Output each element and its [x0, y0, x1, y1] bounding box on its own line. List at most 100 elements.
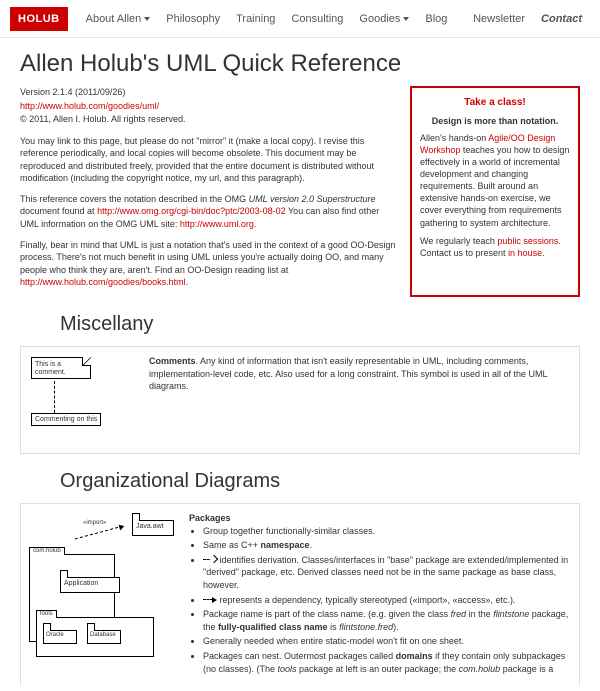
pkg-tab-icon — [87, 623, 95, 631]
comments-diagram-cell: This is a comment. Commenting on this — [29, 355, 139, 445]
intro-para-1: You may link to this page, but please do… — [20, 135, 398, 185]
intro-para-3: Finally, bear in mind that UML is just a… — [20, 239, 398, 289]
aside-body-2: We regularly teach public sessions. Cont… — [420, 235, 570, 259]
bullet-6: Generally needed when entire static-mode… — [203, 635, 571, 648]
uml-note-icon: This is a comment. — [31, 357, 91, 379]
b7-em1: tools — [278, 664, 297, 674]
import-arrow-icon — [75, 526, 124, 540]
pkg-application-label: Application — [64, 580, 98, 587]
omg-doc-link[interactable]: http://www.omg.org/cgi-bin/doc?ptc/2003-… — [97, 206, 286, 216]
pkg-com-holub: com.holub Application tools Oracle Datab… — [29, 554, 115, 642]
pkg-tab-icon — [132, 513, 140, 521]
b7-bold: domains — [396, 651, 433, 661]
copyright-line: © 2011, Allen I. Holub. All rights reser… — [20, 114, 186, 124]
nav-goodies-label: Goodies — [359, 13, 400, 25]
bullet-5: Package name is part of the class name. … — [203, 608, 571, 633]
nav-contact[interactable]: Contact — [533, 13, 590, 25]
nav-consulting[interactable]: Consulting — [283, 13, 351, 25]
page-title: Allen Holub's UML Quick Reference — [20, 50, 580, 78]
b5-em1: fred — [451, 609, 467, 619]
omg-site-link[interactable]: http://www.uml.org — [180, 219, 254, 229]
pkg-database-label: Database — [90, 632, 116, 638]
target-element-box: Commenting on this — [31, 413, 101, 426]
b2-end: . — [310, 540, 313, 550]
comments-text-cell: Comments. Any kind of information that i… — [139, 355, 571, 445]
b3-text: identifies derivation. Classes/interface… — [203, 555, 568, 590]
b7-em2: com.holub — [459, 664, 501, 674]
in-house-link[interactable]: in house — [508, 248, 542, 258]
pkg-java-awt: Java.awt — [132, 520, 174, 536]
nav-about-label: About Allen — [86, 13, 142, 25]
pkg-tools: tools Oracle Database — [36, 617, 154, 657]
pkg-database: Database — [87, 630, 121, 644]
comments-diagram: This is a comment. Commenting on this — [29, 355, 129, 445]
b5-em2: flintstone — [493, 609, 529, 619]
aside-b2-pre: We regularly teach — [420, 236, 497, 246]
aside-b1-post: teaches you how to design effectively in… — [420, 145, 569, 228]
p3-pre: Finally, bear in mind that UML is just a… — [20, 240, 395, 275]
p2-mid: document found at — [20, 206, 97, 216]
comments-desc: . Any kind of information that isn't eas… — [149, 356, 547, 391]
b7-end: package is a — [500, 664, 553, 674]
dashed-connector — [54, 381, 55, 413]
dependency-arrow-icon — [203, 597, 217, 603]
version-line: Version 2.1.4 (2011/09/26) — [20, 87, 125, 97]
main-container: Allen Holub's UML Quick Reference Versio… — [20, 38, 580, 685]
nav-about[interactable]: About Allen — [78, 13, 159, 25]
packages-text-cell: Packages Group together functionally-sim… — [179, 512, 571, 677]
aside-box: Take a class! Design is more than notati… — [410, 86, 580, 297]
packages-diagram-cell: Java.awt «import» com.holub Application … — [29, 512, 179, 677]
pkg-tab-icon — [43, 623, 51, 631]
brand-logo[interactable]: HOLUB — [10, 7, 68, 31]
pkg-application: Application — [60, 577, 120, 593]
packages-title: Packages — [189, 512, 571, 525]
b5-end: ). — [393, 622, 399, 632]
b7-pre: Packages can nest. Outermost packages ca… — [203, 651, 396, 661]
b5-em3: flintstone.fred — [339, 622, 393, 632]
navbar: HOLUB About Allen Philosophy Training Co… — [0, 0, 600, 38]
pkg-oracle: Oracle — [43, 630, 77, 644]
nav-philosophy[interactable]: Philosophy — [158, 13, 228, 25]
b5-pre: Package name is part of the class name. … — [203, 609, 451, 619]
b5-mid3: is — [328, 622, 340, 632]
generalization-arrow-icon — [203, 557, 217, 563]
b5-mid1: in the — [466, 609, 493, 619]
comments-title: Comments — [149, 356, 196, 366]
p2-em: UML version 2.0 Superstructure — [249, 194, 376, 204]
b5-bold: fully-qualified class name — [218, 622, 328, 632]
nav-right: Newsletter Contact — [465, 13, 590, 25]
packages-diagram: Java.awt «import» com.holub Application … — [29, 512, 174, 672]
intro-text-col: Version 2.1.4 (2011/09/26) http://www.ho… — [20, 86, 398, 297]
section-org-heading: Organizational Diagrams — [60, 470, 580, 493]
nav-links: About Allen Philosophy Training Consulti… — [78, 13, 465, 25]
nav-newsletter[interactable]: Newsletter — [465, 13, 533, 25]
b2-bold: namespace — [261, 540, 310, 550]
pkg-tab-icon: tools — [36, 610, 57, 618]
bullet-1: Group together functionally-similar clas… — [203, 525, 571, 538]
bullet-7: Packages can nest. Outermost packages ca… — [203, 650, 571, 675]
nav-blog[interactable]: Blog — [417, 13, 455, 25]
p2-pre: This reference covers the notation descr… — [20, 194, 249, 204]
b2-pre: Same as C++ — [203, 540, 261, 550]
p2-end: . — [254, 219, 257, 229]
aside-body-1: Allen's hands-on Agile/OO Design Worksho… — [420, 132, 570, 229]
public-sessions-link[interactable]: public sessions — [497, 236, 558, 246]
nav-goodies[interactable]: Goodies — [351, 13, 417, 25]
meta-block: Version 2.1.4 (2011/09/26) http://www.ho… — [20, 86, 398, 127]
aside-header: Take a class! — [420, 96, 570, 110]
bullet-2: Same as C++ namespace. — [203, 539, 571, 552]
bullet-3: identifies derivation. Classes/interface… — [203, 554, 571, 592]
comments-row: This is a comment. Commenting on this Co… — [20, 346, 580, 454]
pkg-oracle-label: Oracle — [46, 632, 64, 638]
books-link[interactable]: http://www.holub.com/goodies/books.html — [20, 277, 186, 287]
nav-training[interactable]: Training — [228, 13, 283, 25]
aside-b2-end: . — [542, 248, 545, 258]
aside-b1-pre: Allen's hands-on — [420, 133, 488, 143]
pkg-tab-icon: com.holub — [29, 547, 65, 555]
packages-row: Java.awt «import» com.holub Application … — [20, 503, 580, 685]
intro-para-2: This reference covers the notation descr… — [20, 193, 398, 231]
chevron-down-icon — [403, 17, 409, 21]
section-misc-heading: Miscellany — [60, 313, 580, 336]
pkg-java-awt-label: Java.awt — [136, 523, 164, 530]
page-url-link[interactable]: http://www.holub.com/goodies/uml/ — [20, 101, 159, 111]
